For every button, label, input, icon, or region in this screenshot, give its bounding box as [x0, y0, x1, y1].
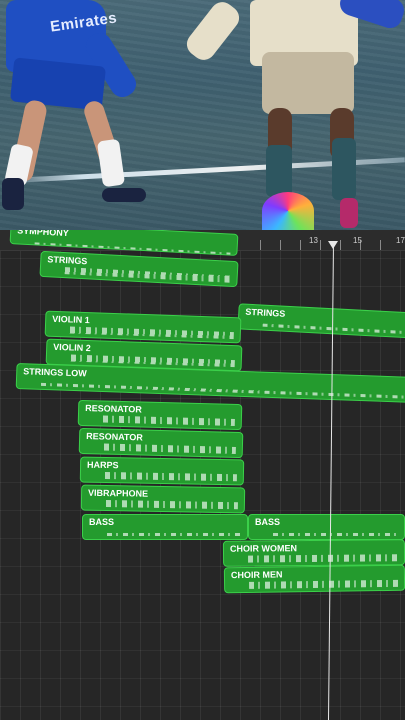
- region-resonator-2[interactable]: RESONATOR: [78, 427, 244, 459]
- region-label: SYMPHONY: [17, 230, 70, 239]
- region-label: CHOIR WOMEN: [229, 543, 298, 554]
- region-bass-2[interactable]: BASS: [248, 514, 405, 540]
- ruler-tick: [340, 240, 341, 250]
- region-label: STRINGS LOW: [23, 366, 87, 379]
- region-notes: [248, 554, 399, 563]
- region-notes: [105, 500, 238, 510]
- region-resonator[interactable]: RESONATOR: [77, 399, 243, 431]
- arrangement-area[interactable]: 13 15 17 SYMPHONY STRINGS STRINGS VIOLIN…: [0, 230, 405, 720]
- ruler-mark: 13: [309, 236, 318, 245]
- region-notes: [107, 533, 241, 536]
- ruler-mark: 17: [396, 236, 405, 245]
- region-label: HARPS: [87, 459, 119, 471]
- region-notes: [262, 323, 405, 335]
- football: [262, 192, 314, 230]
- region-notes: [249, 579, 399, 589]
- region-notes: [64, 267, 231, 283]
- region-notes: [104, 472, 237, 482]
- region-violin-1[interactable]: VIOLIN 1: [44, 310, 242, 344]
- player-white-sock: [332, 138, 356, 200]
- region-label: VIOLIN 2: [53, 341, 91, 354]
- region-label: STRINGS: [245, 306, 286, 319]
- ruler-tick: [300, 240, 301, 250]
- region-label: RESONATOR: [85, 403, 142, 415]
- region-notes: [273, 533, 398, 536]
- ruler-tick: [260, 240, 261, 250]
- region-label: VIBRAPHONE: [88, 487, 149, 499]
- region-choir-men[interactable]: CHOIR MEN: [223, 564, 405, 594]
- video-preview[interactable]: Emirates: [0, 0, 405, 230]
- ruler-tick: [380, 240, 381, 250]
- ruler-tick: [320, 240, 321, 250]
- region-harps[interactable]: HARPS: [79, 456, 245, 486]
- region-bass[interactable]: BASS: [82, 514, 248, 540]
- region-choir-women[interactable]: CHOIR WOMEN: [222, 539, 405, 567]
- region-label: CHOIR MEN: [230, 569, 283, 581]
- player-white-shorts: [262, 52, 354, 114]
- region-strings-low[interactable]: STRINGS LOW: [15, 363, 405, 403]
- region-notes: [102, 415, 235, 426]
- player-white-sock: [266, 145, 292, 197]
- player-white-boot: [340, 198, 358, 228]
- region-notes: [103, 443, 236, 454]
- region-notes: [69, 326, 234, 340]
- region-label: BASS: [89, 517, 115, 527]
- region-label: STRINGS: [47, 254, 88, 267]
- player-blue-boot: [102, 188, 146, 202]
- region-label: BASS: [255, 517, 281, 527]
- playhead-handle[interactable]: [328, 241, 338, 249]
- region-label: RESONATOR: [86, 431, 143, 443]
- ruler-mark: 15: [353, 236, 362, 245]
- region-strings-2[interactable]: STRINGS: [237, 303, 405, 339]
- region-notes: [40, 382, 405, 399]
- player-blue-boot: [2, 178, 24, 210]
- region-vibraphone[interactable]: VIBRAPHONE: [80, 484, 246, 514]
- ruler-tick: [280, 240, 281, 250]
- app-frame: Emirates 13 15 17 SYMPHONY STRINGS STRIN…: [0, 0, 405, 720]
- region-label: VIOLIN 1: [52, 313, 90, 326]
- region-strings[interactable]: STRINGS: [39, 250, 239, 288]
